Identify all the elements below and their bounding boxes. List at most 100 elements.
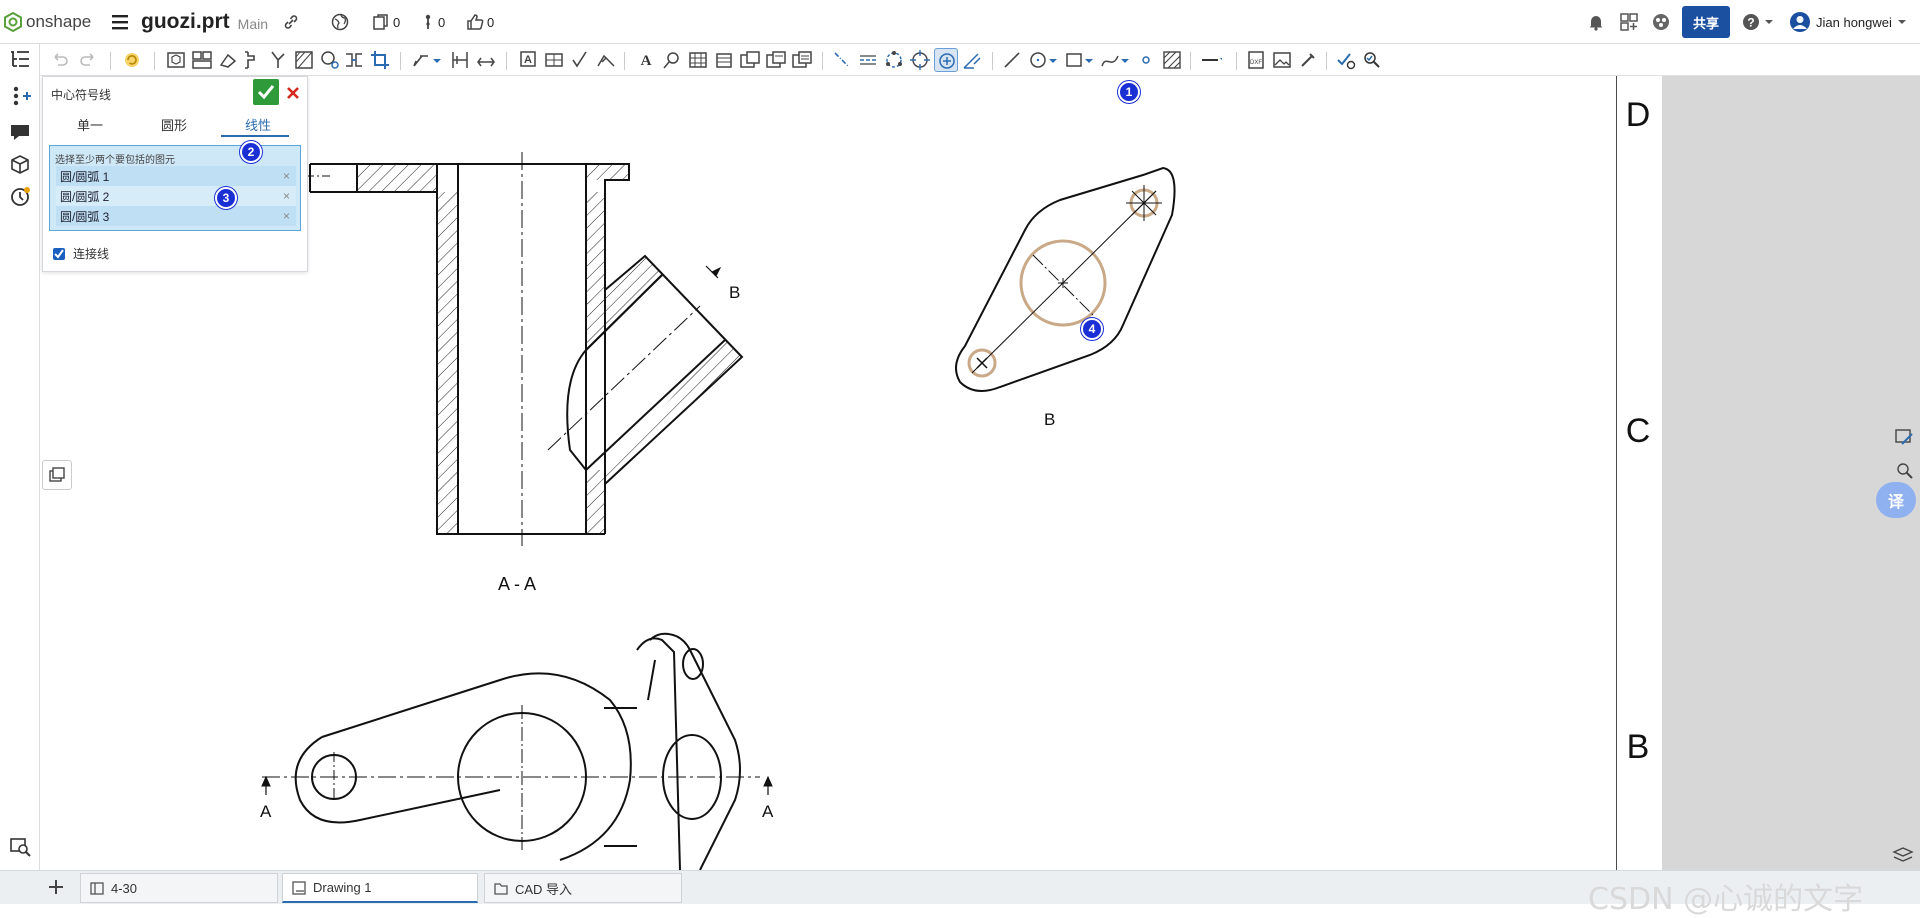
properties-icon[interactable] [8,84,32,108]
broken-out-section-icon[interactable] [292,48,316,72]
line-style-icon[interactable] [1198,48,1228,72]
aligned-section-icon[interactable] [266,48,290,72]
rectangle-icon[interactable] [1062,48,1086,72]
hamburger-menu-icon[interactable] [112,0,130,44]
learning-center-icon[interactable] [1652,0,1670,44]
tab-single[interactable]: 单一 [77,115,103,134]
help-menu[interactable]: ? [1742,0,1774,44]
onshape-logo[interactable]: onshape [4,0,91,44]
step-badge-3: 3 [215,187,237,209]
inspect-icon[interactable] [8,834,32,858]
weld-symbol-icon[interactable] [594,48,618,72]
app-store-icon[interactable] [1620,0,1638,44]
top-view[interactable] [261,632,773,870]
update-icon[interactable] [120,48,144,72]
link-icon[interactable] [283,0,299,44]
circle-icon[interactable] [1026,48,1050,72]
connect-lines-label: 连接线 [73,247,110,261]
center-line-angle-icon[interactable] [960,48,984,72]
cut-label-left: A [260,802,272,821]
tab-linear[interactable]: 线性 [245,115,271,134]
midpoint-centerline-icon[interactable] [856,48,880,72]
versions-icon [373,14,388,30]
remove-icon[interactable]: × [283,189,290,203]
tab-cad-import[interactable]: CAD 导入 [484,873,682,903]
baseline-dimension-icon[interactable] [448,48,472,72]
like-button[interactable]: 0 [466,0,494,44]
tab-part-studio[interactable]: 4-30 [80,873,278,903]
comments-icon[interactable] [8,120,32,144]
selection-item[interactable]: 圆/圆弧 3 × [56,206,296,226]
zone-label-c: C [1625,412,1651,450]
export-dxf-icon[interactable]: DXF [1244,48,1268,72]
chain-dimension-icon[interactable] [474,48,498,72]
redo-icon[interactable] [76,48,100,72]
accept-button[interactable] [253,79,279,105]
note-icon[interactable]: A [516,48,540,72]
break-view-icon[interactable] [342,48,366,72]
bolt-circle-centerline-icon[interactable] [882,48,906,72]
remove-icon[interactable]: × [283,209,290,223]
center-mark-icon[interactable] [908,48,932,72]
remove-icon[interactable]: × [283,169,290,183]
branches-button[interactable]: 0 [421,0,445,44]
crop-view-icon[interactable] [368,48,392,72]
branches-count: 0 [438,14,446,30]
view-b[interactable] [955,166,1176,392]
notifications-bell-icon[interactable] [1587,0,1605,44]
line-icon[interactable] [1000,48,1024,72]
hole-table-icon[interactable] [738,48,762,72]
surface-finish-icon[interactable] [568,48,592,72]
centerline-icon[interactable] [830,48,854,72]
analysis-icon[interactable] [1894,428,1916,455]
undo-icon[interactable] [48,48,72,72]
bom-table-icon[interactable] [712,48,736,72]
tab-drawing[interactable]: Drawing 1 [282,873,478,903]
add-tab-icon[interactable] [46,877,66,902]
document-title[interactable]: guozi.prt Main [141,0,268,44]
history-icon[interactable] [8,184,32,208]
view-b-label: B [1044,410,1055,429]
datum-feature-icon[interactable] [542,48,566,72]
auxiliary-view-icon[interactable] [216,48,240,72]
layers-icon[interactable] [1892,846,1914,871]
feature-list-icon[interactable] [8,48,32,72]
share-button[interactable]: 共享 [1682,0,1730,44]
format-painter-icon[interactable] [1296,48,1320,72]
spline-icon[interactable] [1098,48,1122,72]
center-mark-pattern-icon[interactable] [934,48,958,72]
check-drawing-icon[interactable] [1334,48,1358,72]
parts-icon[interactable] [8,152,32,176]
selection-list[interactable]: 选择至少两个要包括的图元 圆/圆弧 1 × 圆/圆弧 2 × 圆/圆弧 3 × [49,145,301,231]
table-icon[interactable] [686,48,710,72]
detail-view-icon[interactable] [318,48,342,72]
general-table-icon[interactable] [790,48,814,72]
user-menu[interactable]: Jian hongwei [1789,0,1907,44]
section-view-a-a[interactable] [304,152,744,546]
section-view-icon[interactable] [240,48,264,72]
insert-view-icon[interactable] [164,48,188,72]
selection-item[interactable]: 圆/圆弧 2 × [56,186,296,206]
selection-item[interactable]: 圆/圆弧 1 × [56,166,296,186]
versions-button[interactable]: 0 [372,0,400,44]
spline-dropdown-icon[interactable] [1120,48,1130,72]
connect-lines-option[interactable]: 连接线 [53,245,109,262]
hatch-icon[interactable] [1160,48,1184,72]
rectangle-dropdown-icon[interactable] [1084,48,1094,72]
dimension-dropdown-icon[interactable] [432,48,442,72]
connect-lines-checkbox[interactable] [53,247,65,260]
insert-image-icon[interactable] [1270,48,1294,72]
cancel-button[interactable] [283,83,303,103]
globe-icon[interactable] [331,0,349,44]
inspection-icon[interactable] [1360,48,1384,72]
translate-icon[interactable]: 译 [1876,482,1916,518]
view-manager-button[interactable] [42,460,72,490]
dimension-icon[interactable] [410,48,434,72]
projected-view-icon[interactable] [190,48,214,72]
callout-icon[interactable] [660,48,684,72]
text-style-icon[interactable]: A [634,48,658,72]
tab-circular[interactable]: 圆形 [161,115,187,134]
circle-dropdown-icon[interactable] [1048,48,1058,72]
point-icon[interactable] [1134,48,1158,72]
revision-table-icon[interactable] [764,48,788,72]
